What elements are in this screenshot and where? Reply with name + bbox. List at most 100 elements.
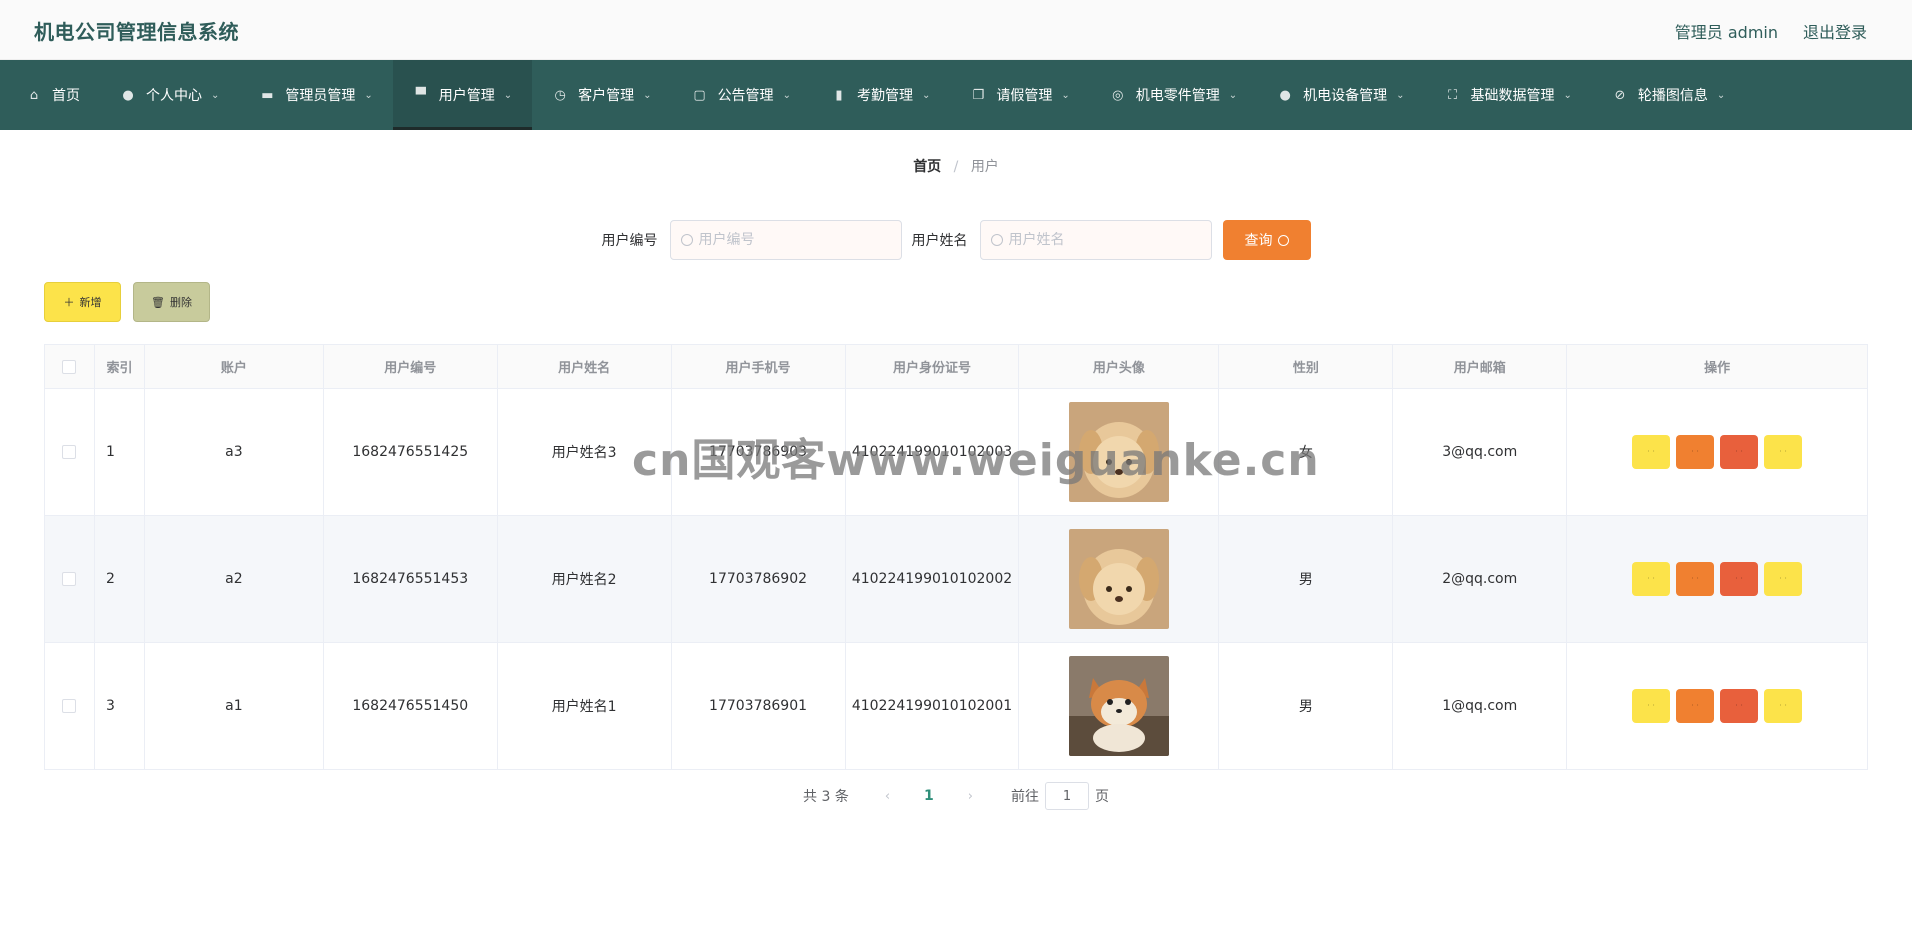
goto-page-input[interactable] [1044,782,1089,810]
user-name-label: 用户姓名 [911,233,968,249]
next-page-icon[interactable]: › [968,789,973,804]
breadcrumb: 首页 / 用户 [0,156,1912,176]
nav-item[interactable]: ● 个人中心 ⌄ [100,60,239,130]
delete-row-button[interactable]: · · [1720,562,1759,596]
nav-item[interactable]: ◎ 机电零件管理 ⌄ [1090,60,1257,130]
search-icon [990,234,1003,246]
phone-cell: 17703786903 [670,388,846,516]
view-button[interactable]: · · [1632,435,1671,469]
table-row: 2 a2 1682476551453 用户姓名2 17703786902 41022419… [44,515,1868,643]
nav-item[interactable]: ▮ 考勤管理 ⌄ [811,60,950,130]
nav-item[interactable]: ⛶ 基础数据管理 ⌄ [1425,60,1592,130]
avatar-cell [1018,388,1220,516]
fullscreen-icon: ⛶ [1447,87,1458,103]
nav-item-label: 基础数据管理 [1470,88,1555,104]
user-no-input[interactable] [698,232,889,248]
edit-button[interactable]: · · [1676,689,1715,723]
chat-icon: ▢ [693,87,706,103]
nav-item[interactable]: ▬ 管理员管理 ⌄ [239,60,392,130]
delete-button-label: 删除 [169,296,192,309]
nav-item[interactable]: ▢ 公告管理 ⌄ [672,60,811,130]
user-no-search-box[interactable] [669,220,902,260]
id-card-cell: 410224199010102001 [844,642,1020,770]
table-row: 3 a1 1682476551450 用户姓名1 17703786901 41022419… [44,642,1868,770]
aperture-icon: ◎ [1112,87,1124,103]
account-cell: a1 [143,642,324,770]
view-button[interactable]: · · [1632,562,1671,596]
user-no-cell: 1682476551425 [322,388,498,516]
row-select-cell [44,642,95,770]
chevron-down-icon: ⌄ [643,89,652,101]
avatar-cell [1018,515,1220,643]
detail-button[interactable]: · · [1764,435,1803,469]
query-button-label: 查询 [1244,232,1273,248]
gender-cell: 女 [1218,388,1394,516]
col-header: 用户姓名 [496,344,672,389]
gender-cell: 男 [1218,515,1394,643]
delete-row-button[interactable]: · · [1720,689,1759,723]
chevron-down-icon: ⌄ [1563,89,1572,101]
nav-item[interactable]: ⊘ 轮播图信息 ⌄ [1592,60,1745,130]
prev-page-icon[interactable]: ‹ [885,789,890,804]
nav-item[interactable]: ⌂ 首页 [6,60,100,130]
search-icon [680,234,693,246]
row-index: 3 [93,642,145,770]
user-name-cell: 用户姓名1 [496,642,672,770]
search-icon [1277,234,1289,246]
breadcrumb-home[interactable]: 首页 [913,159,941,175]
col-header: 用户头像 [1018,344,1220,389]
row-checkbox[interactable] [62,445,77,459]
col-header: 索引 [93,344,145,389]
account-cell: a3 [143,388,324,516]
account-cell: a2 [143,515,324,643]
nav-item-label: 用户管理 [438,88,495,104]
breadcrumb-separator: / [953,159,959,175]
query-button[interactable]: 查询 [1222,220,1311,260]
nav-item-label: 考勤管理 [856,88,913,104]
row-checkbox[interactable] [62,572,77,586]
detail-button[interactable]: · · [1764,689,1803,723]
nav-item-label: 机电零件管理 [1135,88,1220,104]
nav-item[interactable]: ▀ 用户管理 ⌄ [392,60,533,130]
dashboard-icon: ◷ [554,87,566,103]
id-card-cell: 410224199010102002 [844,515,1020,643]
nav-item[interactable]: ◷ 客户管理 ⌄ [532,60,671,130]
nav-item[interactable]: ● 机电设备管理 ⌄ [1257,60,1424,130]
col-header: 操作 [1566,344,1868,389]
row-checkbox[interactable] [62,699,77,713]
logout-link[interactable]: 退出登录 [1803,19,1867,43]
brush-icon: ▀ [415,87,426,103]
detail-button[interactable]: · · [1764,562,1803,596]
add-button[interactable]: ＋ 新增 [44,282,121,322]
bell-off-icon: ⊘ [1614,87,1626,103]
user-no-cell: 1682476551453 [322,515,498,643]
col-header: 性别 [1218,344,1394,389]
col-header: 用户手机号 [670,344,846,389]
user-table: 索引 账户 用户编号 用户姓名 用户手机号 用户身份证号 用户头像 性别 用户邮… [44,344,1868,770]
delete-row-button[interactable]: · · [1720,435,1759,469]
current-user-label: 管理员 admin [1674,23,1778,42]
view-button[interactable]: · · [1632,689,1671,723]
user-name-input[interactable] [1008,232,1199,248]
main-nav: ⌂ 首页 ● 个人中心 ⌄ ▬ 管理员管理 ⌄ ▀ 用户管理 ⌄ ◷ 客户管理 ⌄ ▢ 公告管理 ⌄ ▮ 考勤管理 ⌄… [0,60,1912,130]
edit-button[interactable]: · · [1676,562,1715,596]
avatar [1068,529,1169,629]
edit-button[interactable]: · · [1676,435,1715,469]
avatar [1068,402,1169,502]
operations-cell: · · · · · · · · [1566,388,1868,516]
plus-icon: ＋ [63,296,75,309]
nav-item[interactable]: ❐ 请假管理 ⌄ [950,60,1089,130]
user-name-search-box[interactable] [979,220,1212,260]
table-header-row: 索引 账户 用户编号 用户姓名 用户手机号 用户身份证号 用户头像 性别 用户邮… [44,344,1868,389]
add-button-label: 新增 [79,296,102,309]
trash-icon: 🗑 [151,295,165,309]
books-icon: ▮ [835,87,843,103]
select-all-checkbox[interactable] [62,359,77,374]
delete-button[interactable]: 🗑 删除 [133,282,210,322]
id-card-cell: 410224199010102003 [844,388,1020,516]
app-title: 机电公司管理信息系统 [34,20,239,44]
top-header: 机电公司管理信息系统 管理员 admin 退出登录 [0,0,1912,60]
phone-cell: 17703786901 [670,642,846,770]
page-number[interactable]: 1 [924,788,934,804]
row-select-cell [44,388,95,516]
